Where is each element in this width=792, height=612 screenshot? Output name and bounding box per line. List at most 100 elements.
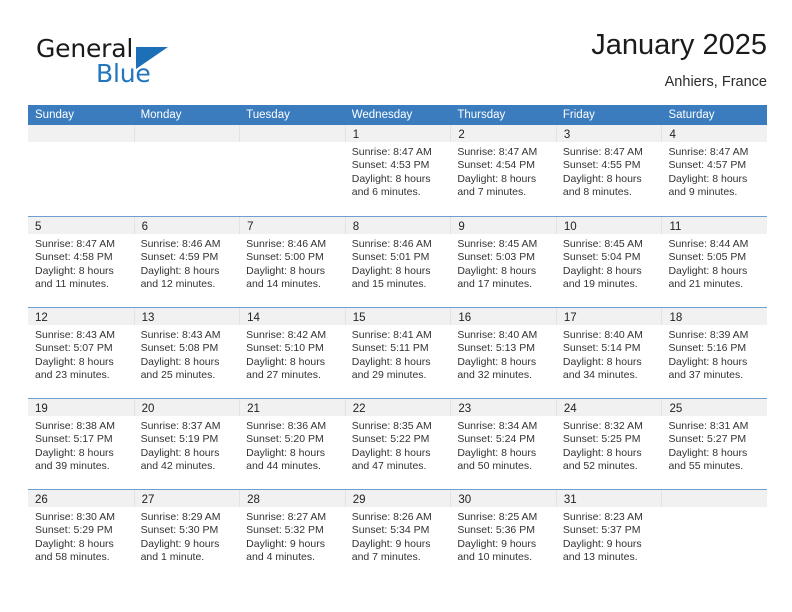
daylight-text-line2: and 9 minutes. — [668, 186, 738, 199]
sunset-text: Sunset: 5:19 PM — [140, 433, 219, 446]
day-number: 11 — [669, 221, 682, 233]
day-number: 4 — [669, 129, 676, 141]
daylight-text-line2: and 32 minutes. — [457, 369, 533, 382]
calendar-day-cell[interactable]: 7 Sunrise: 8:46 AM Sunset: 5:00 PM Daylight… — [239, 217, 345, 307]
calendar-day-cell[interactable]: 1 Sunrise: 8:47 AM Sunset: 4:53 PM Daylight… — [344, 125, 451, 216]
day-number: 26 — [35, 494, 48, 506]
daylight-text-line1: Daylight: 8 hours — [668, 264, 748, 277]
daylight-text-line2: and 17 minutes. — [457, 278, 533, 291]
sunset-text: Sunset: 4:58 PM — [35, 251, 113, 264]
calendar-day-cell[interactable]: 2 Sunrise: 8:47 AM Sunset: 4:54 PM Daylight… — [450, 125, 556, 216]
day-details: Sunrise: 8:45 AM Sunset: 5:04 PM Daylight:… — [556, 234, 662, 292]
sunrise-text: Sunrise: 8:32 AM — [562, 420, 643, 432]
calendar-day-cell[interactable]: 31 Sunrise: 8:23 AM Sunset: 5:37 PM Dayligh… — [555, 490, 662, 580]
calendar-day-cell[interactable]: 6 Sunrise: 8:46 AM Sunset: 4:59 PM Daylight… — [133, 217, 240, 307]
sunset-text: Sunset: 5:07 PM — [35, 342, 113, 355]
daylight-text-line1: Daylight: 8 hours — [35, 264, 114, 277]
calendar-day-cell[interactable]: 17 Sunrise: 8:40 AM Sunset: 5:14 PM Dayligh… — [555, 308, 662, 398]
day-number-band: 8 — [344, 217, 451, 234]
day-number-band: 31 — [555, 490, 662, 507]
calendar-day-cell[interactable]: 21 Sunrise: 8:36 AM Sunset: 5:20 PM Dayligh… — [239, 399, 345, 489]
daylight-text-line1: Daylight: 8 hours — [457, 264, 537, 277]
calendar-day-cell[interactable]: 10 Sunrise: 8:45 AM Sunset: 5:04 PM Dayligh… — [555, 217, 662, 307]
sunset-text: Sunset: 5:34 PM — [351, 524, 430, 537]
day-number-band: 21 — [239, 399, 345, 416]
calendar-day-cell[interactable]: 11 Sunrise: 8:44 AM Sunset: 5:05 PM Dayligh… — [661, 217, 768, 307]
daylight-text-line2: and 7 minutes. — [351, 551, 421, 564]
sunset-text: Sunset: 5:37 PM — [562, 524, 641, 537]
calendar-day-cell[interactable]: 22 Sunrise: 8:35 AM Sunset: 5:22 PM Dayligh… — [344, 399, 451, 489]
calendar-day-cell[interactable]: 30 Sunrise: 8:25 AM Sunset: 5:36 PM Dayligh… — [450, 490, 556, 580]
sunset-text: Sunset: 4:57 PM — [668, 159, 747, 172]
calendar-day-cell[interactable]: 13 Sunrise: 8:43 AM Sunset: 5:08 PM Dayligh… — [133, 308, 240, 398]
daylight-text-line2: and 13 minutes. — [562, 551, 638, 564]
day-number: 3 — [563, 129, 571, 141]
day-details: Sunrise: 8:47 AM Sunset: 4:53 PM Daylight:… — [345, 142, 451, 200]
day-number: 12 — [35, 312, 48, 324]
day-details: Sunrise: 8:37 AM Sunset: 5:19 PM Daylight:… — [134, 416, 240, 474]
day-number: 9 — [458, 221, 465, 233]
sunset-text: Sunset: 5:17 PM — [35, 433, 113, 446]
sunset-text: Sunset: 5:32 PM — [246, 524, 324, 537]
day-details: Sunrise: 8:43 AM Sunset: 5:07 PM Daylight:… — [28, 325, 134, 383]
calendar-day-cell[interactable]: 18 Sunrise: 8:39 AM Sunset: 5:16 PM Dayligh… — [661, 308, 768, 398]
daylight-text-line2: and 47 minutes. — [351, 460, 427, 473]
calendar-day-cell[interactable]: 15 Sunrise: 8:41 AM Sunset: 5:11 PM Dayligh… — [344, 308, 451, 398]
calendar-day-cell[interactable]: 16 Sunrise: 8:40 AM Sunset: 5:13 PM Dayligh… — [450, 308, 556, 398]
daylight-text-line2: and 34 minutes. — [562, 369, 638, 382]
sunrise-text: Sunrise: 8:35 AM — [351, 420, 432, 432]
day-number-band: 14 — [239, 308, 345, 325]
sunrise-text: Sunrise: 8:26 AM — [351, 511, 432, 523]
day-details: Sunrise: 8:44 AM Sunset: 5:05 PM Daylight:… — [661, 234, 767, 292]
sunset-text: Sunset: 4:55 PM — [562, 159, 641, 172]
day-number-band: 15 — [344, 308, 451, 325]
daylight-text-line2: and 8 minutes. — [562, 186, 632, 199]
day-number: 30 — [458, 494, 472, 506]
sunrise-text: Sunrise: 8:38 AM — [35, 420, 115, 432]
calendar-day-cell[interactable]: 3 Sunrise: 8:47 AM Sunset: 4:55 PM Daylight… — [555, 125, 662, 216]
day-details: Sunrise: 8:31 AM Sunset: 5:27 PM Daylight:… — [661, 416, 767, 474]
sunrise-text: Sunrise: 8:45 AM — [562, 238, 643, 250]
day-number: 18 — [669, 312, 683, 324]
calendar-day-cell[interactable]: 9 Sunrise: 8:45 AM Sunset: 5:03 PM Daylight… — [450, 217, 556, 307]
calendar-day-cell[interactable]: 28 Sunrise: 8:27 AM Sunset: 5:32 PM Dayligh… — [239, 490, 345, 580]
calendar-day-cell[interactable]: 20 Sunrise: 8:37 AM Sunset: 5:19 PM Dayligh… — [133, 399, 240, 489]
sunrise-text: Sunrise: 8:47 AM — [35, 238, 115, 250]
brand-name-blue: Blue — [96, 59, 151, 88]
day-number: 20 — [141, 403, 155, 415]
sunrise-text: Sunrise: 8:47 AM — [351, 146, 432, 158]
calendar-day-cell[interactable]: 27 Sunrise: 8:29 AM Sunset: 5:30 PM Dayligh… — [133, 490, 240, 580]
daylight-text-line2: and 10 minutes. — [457, 551, 533, 564]
calendar-day-cell[interactable]: 29 Sunrise: 8:26 AM Sunset: 5:34 PM Dayligh… — [344, 490, 451, 580]
calendar-day-cell[interactable]: 24 Sunrise: 8:32 AM Sunset: 5:25 PM Dayligh… — [555, 399, 662, 489]
daylight-text-line1: Daylight: 8 hours — [668, 172, 748, 185]
daylight-text-line1: Daylight: 8 hours — [351, 172, 431, 185]
sunrise-text: Sunrise: 8:40 AM — [457, 329, 538, 341]
daylight-text-line2: and 52 minutes. — [562, 460, 638, 473]
day-details: Sunrise: 8:47 AM Sunset: 4:57 PM Daylight:… — [661, 142, 767, 200]
page-title: January 2025 — [591, 29, 767, 61]
daylight-text-line2: and 11 minutes. — [35, 278, 109, 291]
sunrise-text: Sunrise: 8:45 AM — [457, 238, 538, 250]
calendar-day-cell[interactable]: 26 Sunrise: 8:30 AM Sunset: 5:29 PM Dayligh… — [28, 490, 134, 580]
brand-logo[interactable]: General Blue — [36, 34, 246, 90]
day-details: Sunrise: 8:42 AM Sunset: 5:10 PM Daylight:… — [239, 325, 345, 383]
calendar-day-cell[interactable]: 14 Sunrise: 8:42 AM Sunset: 5:10 PM Dayligh… — [239, 308, 345, 398]
calendar-day-cell[interactable]: 23 Sunrise: 8:34 AM Sunset: 5:24 PM Dayligh… — [450, 399, 556, 489]
day-number-band: 17 — [555, 308, 662, 325]
daylight-text-line2: and 21 minutes. — [668, 278, 744, 291]
daylight-text-line1: Daylight: 8 hours — [351, 264, 431, 277]
daylight-text-line1: Daylight: 8 hours — [562, 264, 642, 277]
daylight-text-line1: Daylight: 8 hours — [351, 446, 431, 459]
calendar-day-cell[interactable]: 8 Sunrise: 8:46 AM Sunset: 5:01 PM Daylight… — [344, 217, 451, 307]
calendar-day-cell[interactable]: 12 Sunrise: 8:43 AM Sunset: 5:07 PM Dayligh… — [28, 308, 134, 398]
daylight-text-line1: Daylight: 8 hours — [35, 537, 114, 550]
day-number-band: 26 — [28, 490, 134, 507]
calendar-day-cell[interactable]: 4 Sunrise: 8:47 AM Sunset: 4:57 PM Daylight… — [661, 125, 768, 216]
weekday-header-sunday: Sunday — [35, 109, 75, 121]
weekday-header-monday: Monday — [140, 109, 182, 121]
calendar-day-cell[interactable]: 19 Sunrise: 8:38 AM Sunset: 5:17 PM Dayligh… — [28, 399, 134, 489]
daylight-text-line2: and 7 minutes. — [457, 186, 527, 199]
calendar-day-cell[interactable]: 25 Sunrise: 8:31 AM Sunset: 5:27 PM Dayligh… — [661, 399, 768, 489]
calendar-day-cell[interactable]: 5 Sunrise: 8:47 AM Sunset: 4:58 PM Daylight… — [28, 217, 134, 307]
